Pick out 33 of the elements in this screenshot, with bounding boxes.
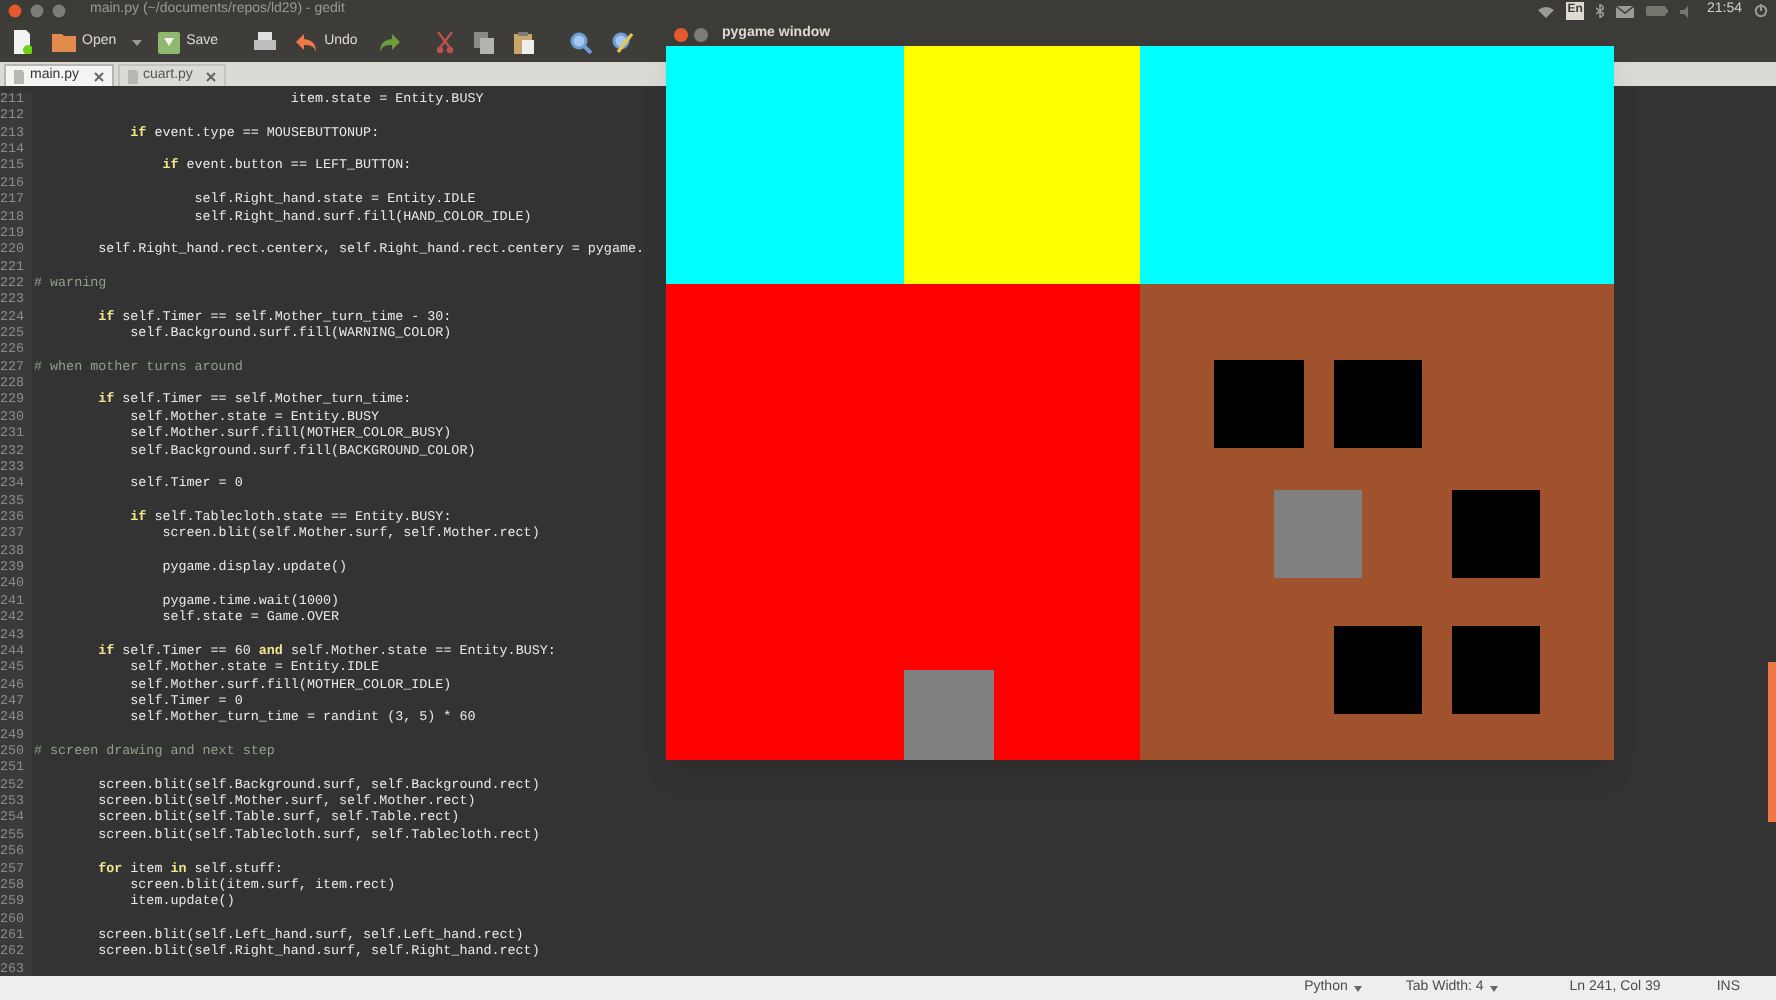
new-document-icon [12, 30, 32, 54]
copy-button[interactable] [469, 26, 498, 58]
cut-button[interactable] [431, 26, 458, 58]
minimize-icon[interactable] [30, 4, 44, 18]
redo-arrow-icon [377, 33, 400, 51]
close-icon[interactable] [674, 27, 688, 41]
file-icon [127, 69, 138, 83]
scrollbar-thumb[interactable] [1768, 662, 1776, 822]
search-icon [569, 31, 592, 53]
maximize-icon[interactable] [52, 4, 66, 18]
close-icon[interactable] [206, 71, 217, 81]
dropdown-caret-icon [1353, 985, 1362, 991]
wifi-icon[interactable] [1537, 5, 1554, 17]
close-icon[interactable] [8, 4, 22, 18]
dropdown-caret-icon[interactable] [132, 39, 143, 45]
battery-icon[interactable] [1646, 6, 1669, 16]
scissors-icon [435, 31, 454, 53]
minimize-icon[interactable] [694, 27, 708, 41]
bluetooth-icon[interactable] [1596, 4, 1605, 18]
dropdown-caret-icon [1489, 985, 1498, 991]
paste-button[interactable] [509, 26, 538, 58]
clipboard-icon [513, 31, 534, 53]
close-icon[interactable] [93, 71, 104, 81]
find-replace-icon [611, 31, 634, 53]
file-icon [14, 69, 24, 83]
new-button[interactable] [8, 26, 36, 58]
undo-arrow-icon [296, 33, 319, 51]
power-icon[interactable] [1754, 4, 1768, 18]
folder-icon [52, 32, 76, 52]
mail-icon[interactable] [1616, 5, 1635, 17]
copy-icon [473, 31, 494, 53]
printer-icon [254, 32, 277, 52]
save-icon [158, 31, 181, 53]
